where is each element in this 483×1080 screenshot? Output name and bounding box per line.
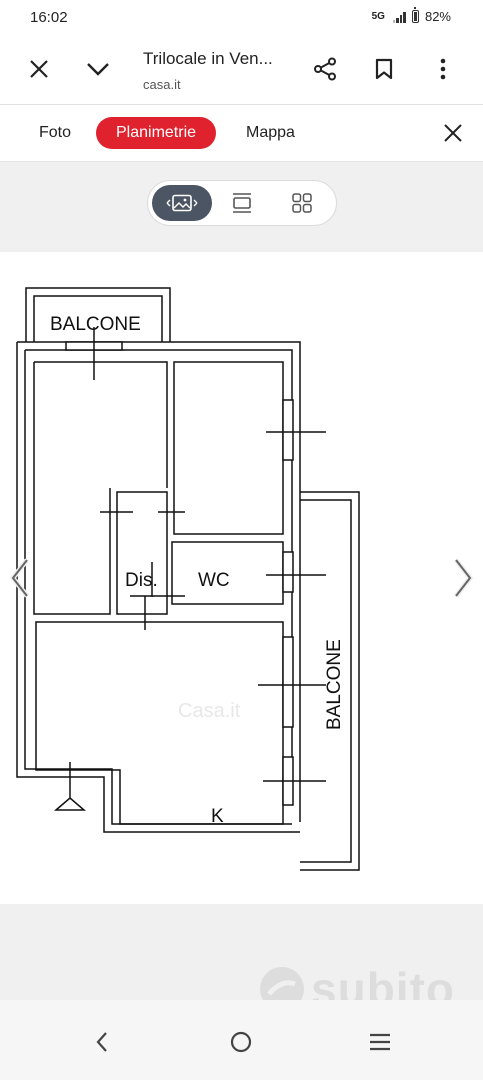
page-title: Trilocale in Ven...	[143, 49, 273, 68]
image-view-button[interactable]	[152, 185, 212, 221]
chevron-left-icon	[9, 558, 29, 598]
nav-recents-button[interactable]	[358, 1020, 402, 1064]
gallery-footer: subito	[0, 904, 483, 1015]
bathroom-label: WC	[198, 570, 230, 591]
recents-icon	[370, 1033, 390, 1051]
close-button[interactable]	[19, 49, 59, 89]
more-vert-icon	[440, 58, 446, 80]
nav-back-button[interactable]	[80, 1020, 124, 1064]
battery-icon	[411, 7, 419, 23]
status-bar: 16:02 5G 82%	[0, 0, 483, 34]
hall-label: Dis.	[125, 570, 158, 591]
home-icon	[230, 1031, 252, 1053]
share-icon	[314, 57, 336, 81]
browser-header: Trilocale in Ven... casa.it	[0, 34, 483, 105]
grid-view-button[interactable]	[272, 185, 332, 221]
next-image-button[interactable]	[443, 548, 483, 608]
collapse-button[interactable]	[78, 49, 118, 89]
list-view-icon	[233, 193, 251, 213]
close-icon	[30, 60, 48, 78]
back-icon	[96, 1032, 107, 1052]
floor-plan-viewer[interactable]: BALCONE Dis. WC K BALCONE Casa.it	[0, 252, 483, 904]
casa-watermark: Casa.it	[178, 700, 241, 722]
system-nav-bar	[0, 1000, 483, 1080]
balcony-top-label: BALCONE	[50, 314, 141, 335]
grid-icon	[292, 193, 312, 213]
share-button[interactable]	[305, 49, 345, 89]
image-icon	[166, 194, 198, 212]
kitchen-label: K	[211, 806, 224, 827]
more-options-button[interactable]	[423, 49, 463, 89]
status-right: 5G 82%	[371, 7, 451, 24]
network-type: 5G	[371, 11, 385, 22]
viewer-toolbar	[0, 162, 483, 252]
status-time: 16:02	[30, 9, 68, 26]
battery-level: 82%	[424, 9, 451, 24]
bookmark-button[interactable]	[364, 49, 404, 89]
media-tabs: Foto Planimetrie Mappa	[0, 105, 483, 162]
tab-foto[interactable]: Foto	[39, 117, 71, 149]
close-gallery-button[interactable]	[433, 113, 473, 153]
nav-home-button[interactable]	[219, 1020, 263, 1064]
floor-plan-image: BALCONE Dis. WC K BALCONE Casa.it	[16, 287, 360, 871]
chevron-right-icon	[454, 558, 474, 598]
bookmark-icon	[375, 58, 393, 80]
page-url: casa.it	[143, 77, 181, 92]
signal-icon	[392, 11, 406, 23]
tab-mappa[interactable]: Mappa	[246, 117, 295, 149]
chevron-down-icon	[87, 63, 109, 76]
tab-planimetrie[interactable]: Planimetrie	[96, 117, 217, 149]
view-mode-switch	[147, 180, 337, 226]
list-view-button[interactable]	[212, 185, 272, 221]
balcony-right-label: BALCONE	[324, 639, 345, 730]
close-icon	[444, 124, 462, 142]
previous-image-button[interactable]	[0, 548, 40, 608]
